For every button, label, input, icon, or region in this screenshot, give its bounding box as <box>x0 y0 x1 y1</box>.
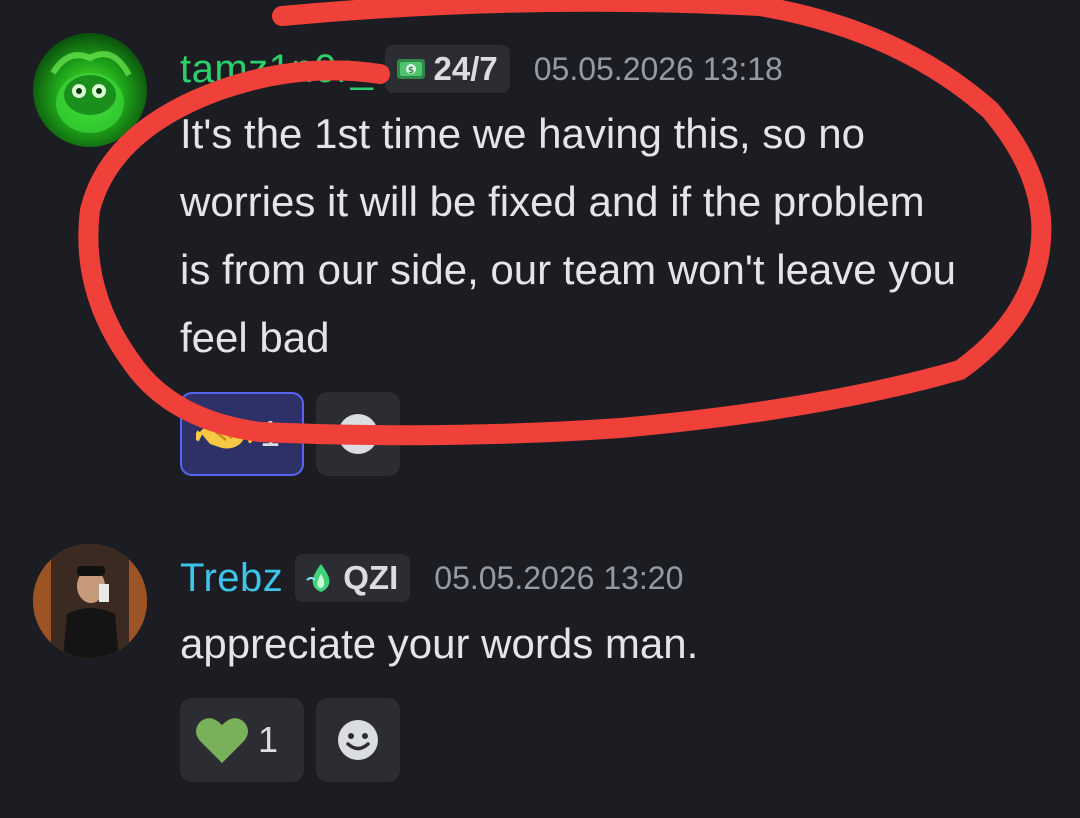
reaction-handshake[interactable]: 1 <box>180 392 304 476</box>
chat-message: Trebz QZI 05.05.2026 13:20 appreciate yo… <box>0 520 1080 818</box>
add-reaction-button[interactable] <box>316 392 400 476</box>
message-line: worries it will be fixed and if the prob… <box>180 178 925 225</box>
server-tag[interactable]: QZI <box>295 554 411 602</box>
reaction-count: 1 <box>258 719 279 760</box>
avatar-image <box>33 544 147 658</box>
server-tag-label: QZI <box>343 559 399 596</box>
reaction-heart[interactable]: 1 <box>180 698 304 782</box>
green-heart-emoji <box>196 718 248 763</box>
message-line: is from our side, our team won't leave y… <box>180 246 957 293</box>
green-flame-icon <box>306 564 330 592</box>
server-tag-label: 24/7 <box>433 50 498 87</box>
svg-text:$: $ <box>408 66 414 76</box>
avatar-image <box>50 51 132 133</box>
message-content: appreciate your words man. <box>180 610 1040 678</box>
message-timestamp[interactable]: 05.05.2026 13:18 <box>534 51 783 88</box>
user-avatar[interactable] <box>33 33 147 147</box>
message-timestamp[interactable]: 05.05.2026 13:20 <box>434 560 683 597</box>
handshake-emoji <box>196 423 252 449</box>
message-line: appreciate your words man. <box>180 620 699 667</box>
chat-message: tamz1n0r_ $ 24/7 05.05.2026 13:18 It's t… <box>0 0 1080 500</box>
smiley-icon <box>338 414 378 454</box>
username[interactable]: tamz1n0r_ <box>180 47 373 92</box>
message-header: tamz1n0r_ $ 24/7 05.05.2026 13:18 <box>180 43 783 95</box>
message-content: It's the 1st time we having this, so no … <box>180 100 1040 372</box>
message-header: Trebz QZI 05.05.2026 13:20 <box>180 552 683 604</box>
message-line: It's the 1st time we having this, so no <box>180 110 866 157</box>
reaction-bar: 1 <box>180 698 400 782</box>
reaction-bar: 1 <box>180 392 400 476</box>
server-tag[interactable]: $ 24/7 <box>385 45 510 93</box>
message-line: feel bad <box>180 314 330 361</box>
money-bill-icon: $ <box>397 59 426 79</box>
add-reaction-button[interactable] <box>316 698 400 782</box>
reaction-count: 1 <box>260 413 281 454</box>
smiley-icon <box>338 720 378 760</box>
username[interactable]: Trebz <box>180 556 283 601</box>
user-avatar[interactable] <box>33 544 147 658</box>
